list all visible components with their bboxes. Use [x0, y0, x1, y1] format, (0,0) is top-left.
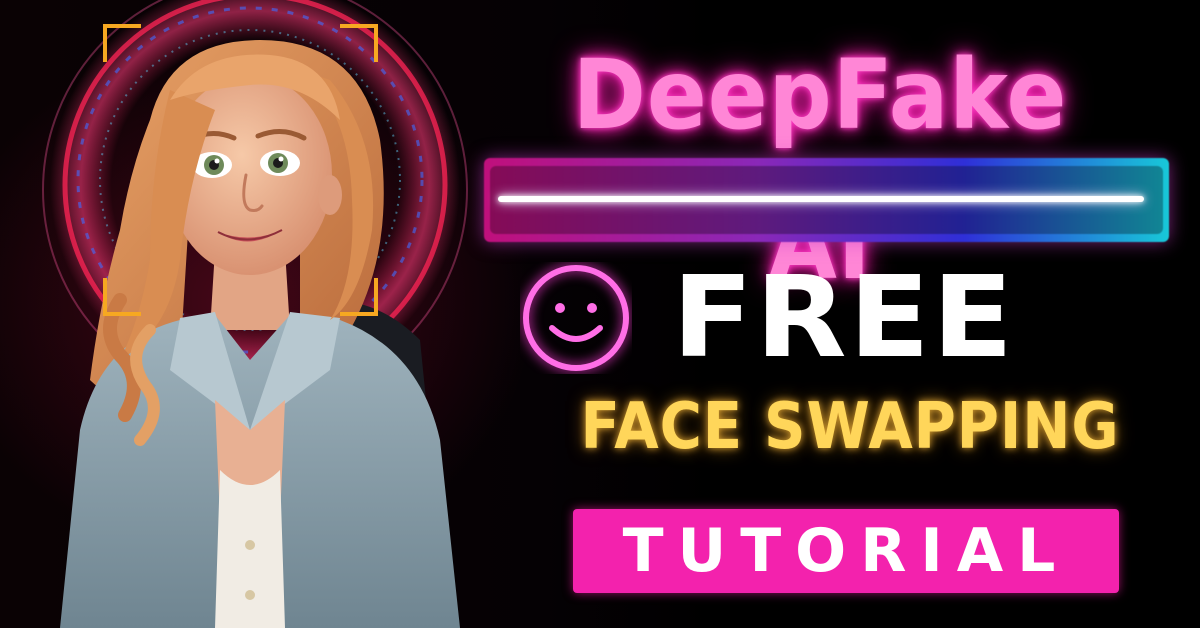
eye-highlight: [214, 158, 220, 164]
ear: [318, 175, 342, 215]
subtitle-face-swapping: FACE SWAPPING: [580, 390, 1120, 464]
tutorial-badge-label: TUTORIAL: [622, 516, 1070, 586]
focus-frame-bracket-bottom-left: [103, 278, 141, 316]
shirt-button: [245, 590, 255, 600]
tutorial-badge: TUTORIAL: [573, 509, 1119, 593]
focus-frame-bracket-bottom-right: [340, 278, 378, 316]
free-label: FREE: [672, 253, 1016, 383]
neon-divider-line: [498, 196, 1144, 202]
eye-highlight: [278, 156, 284, 162]
portrait-art: [42, 0, 468, 628]
focus-frame-bracket-top-right: [340, 24, 378, 62]
smile-icon: [523, 265, 629, 371]
thumbnail-canvas: DeepFake AI FREE FACE SWAPPING TUTORIAL: [0, 0, 1200, 628]
portrait-illustration: [0, 0, 500, 628]
shirt-button: [245, 540, 255, 550]
focus-frame-bracket-top-left: [103, 24, 141, 62]
